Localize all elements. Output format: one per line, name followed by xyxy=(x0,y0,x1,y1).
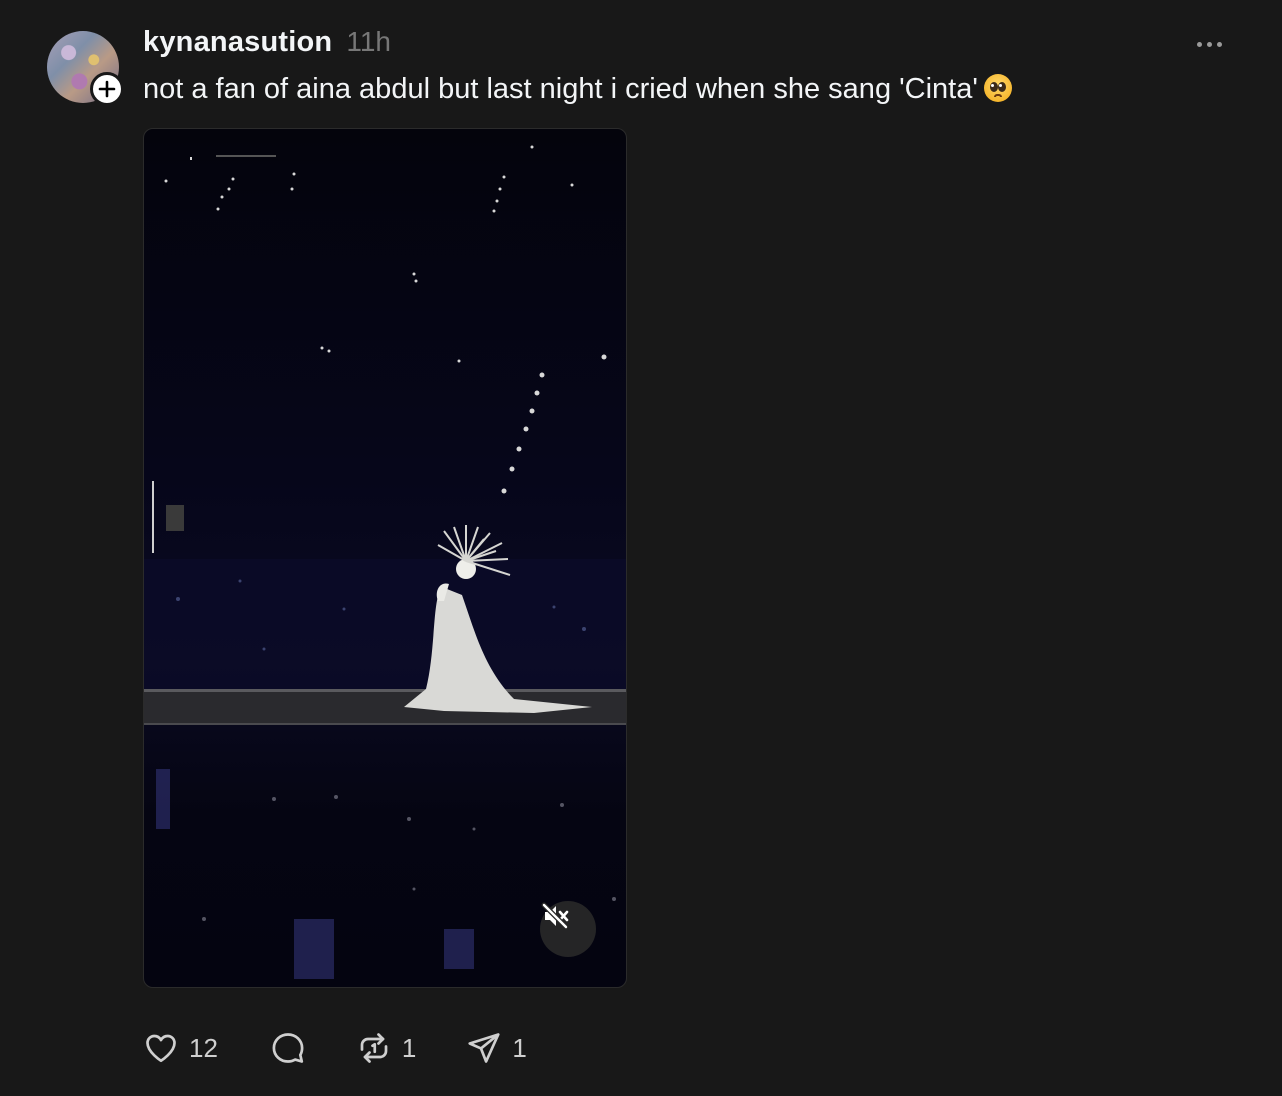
like-count: 12 xyxy=(189,1032,218,1063)
plus-icon xyxy=(98,80,116,98)
repost-button[interactable]: 1 xyxy=(356,1030,416,1066)
action-bar: 12 1 1 xyxy=(143,1028,527,1068)
heart-icon xyxy=(146,1034,176,1063)
mute-toggle-button[interactable] xyxy=(540,901,596,957)
post-header: kynanasution 11h xyxy=(143,26,391,59)
send-paper-plane-icon xyxy=(468,1033,500,1063)
more-dot xyxy=(1196,41,1202,47)
follow-plus-button[interactable] xyxy=(90,72,124,106)
post-caption: not a fan of aina abdul but last night i… xyxy=(143,73,1012,106)
thread-post: kynanasution 11h not a fan of aina abdul… xyxy=(0,0,1282,1096)
reply-button[interactable] xyxy=(270,1030,316,1066)
share-button[interactable]: 1 xyxy=(466,1030,527,1066)
more-options-button[interactable] xyxy=(1190,32,1228,56)
share-count: 1 xyxy=(512,1032,527,1063)
pleading-face-emoji xyxy=(983,74,1012,102)
more-dot xyxy=(1206,41,1212,47)
caption-text: not a fan of aina abdul but last night i… xyxy=(143,73,978,105)
more-dot xyxy=(1216,41,1222,47)
speaker-muted-icon xyxy=(541,902,569,930)
repost-icon xyxy=(360,1033,388,1063)
post-timestamp[interactable]: 11h xyxy=(346,26,391,58)
comment-bubble-icon xyxy=(272,1033,304,1063)
repost-count: 1 xyxy=(401,1032,417,1063)
avatar-container[interactable] xyxy=(47,31,124,106)
video-frame xyxy=(144,145,626,979)
video-player[interactable] xyxy=(143,128,627,988)
like-button[interactable]: 12 xyxy=(143,1030,218,1066)
username[interactable]: kynanasution xyxy=(143,26,332,59)
